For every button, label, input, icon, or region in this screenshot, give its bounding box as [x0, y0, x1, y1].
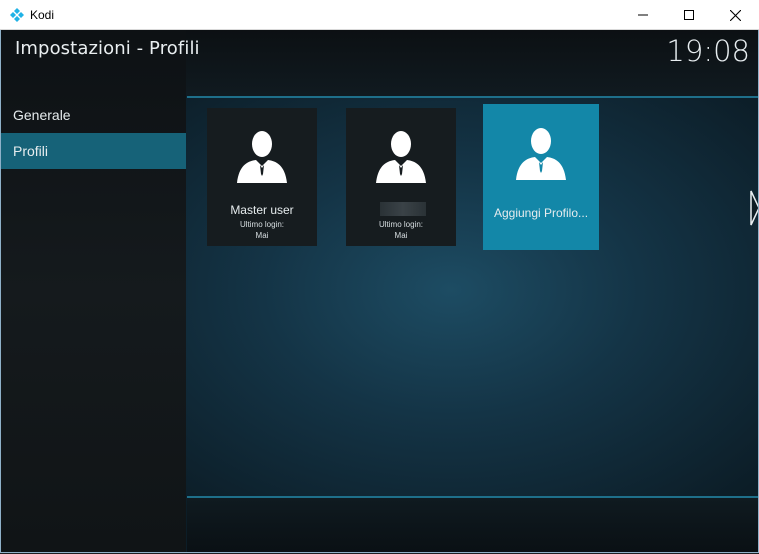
close-icon [729, 9, 741, 21]
user-icon [516, 128, 566, 180]
profile-card-master-user[interactable]: Master user Ultimo login: Mai [207, 108, 317, 246]
user-icon [376, 131, 426, 183]
minimize-icon [638, 14, 648, 16]
last-login-value: Mai [394, 231, 408, 240]
last-login-label: Ultimo login: [378, 220, 423, 229]
sidebar-item-label: Generale [13, 107, 71, 123]
bottom-band [187, 498, 758, 553]
maximize-button[interactable] [666, 0, 712, 30]
add-profile-label: Aggiungi Profilo... [493, 206, 589, 220]
sidebar-item-generale[interactable]: Generale [1, 97, 186, 133]
window-titlebar: Kodi [0, 0, 759, 30]
divider-bottom [187, 496, 758, 498]
page-title: Impostazioni - Profili [15, 38, 200, 59]
profile-name: Master user [230, 203, 294, 217]
obscured-profile-name [380, 202, 426, 216]
maximize-icon [684, 10, 694, 20]
sidebar: Generale Profili [1, 30, 186, 553]
kodi-logo-icon [10, 8, 24, 22]
profile-card-obscured[interactable]: Ultimo login: Mai [346, 108, 456, 246]
minimize-button[interactable] [620, 0, 666, 30]
window-title: Kodi [30, 8, 55, 22]
sidebar-item-profili[interactable]: Profili [1, 133, 186, 169]
kodi-window: Generale Profili Impostazioni - Profili … [1, 30, 758, 553]
last-login-label: Ultimo login: [239, 220, 284, 229]
clock: 19:08 [666, 34, 750, 68]
scroll-right-arrow-icon[interactable] [750, 190, 758, 226]
sidebar-item-label: Profili [13, 143, 49, 159]
add-profile-card[interactable]: Aggiungi Profilo... [483, 104, 599, 250]
user-icon [237, 131, 287, 183]
last-login-value: Mai [255, 231, 269, 240]
divider-top [187, 96, 758, 98]
close-button[interactable] [712, 0, 758, 30]
